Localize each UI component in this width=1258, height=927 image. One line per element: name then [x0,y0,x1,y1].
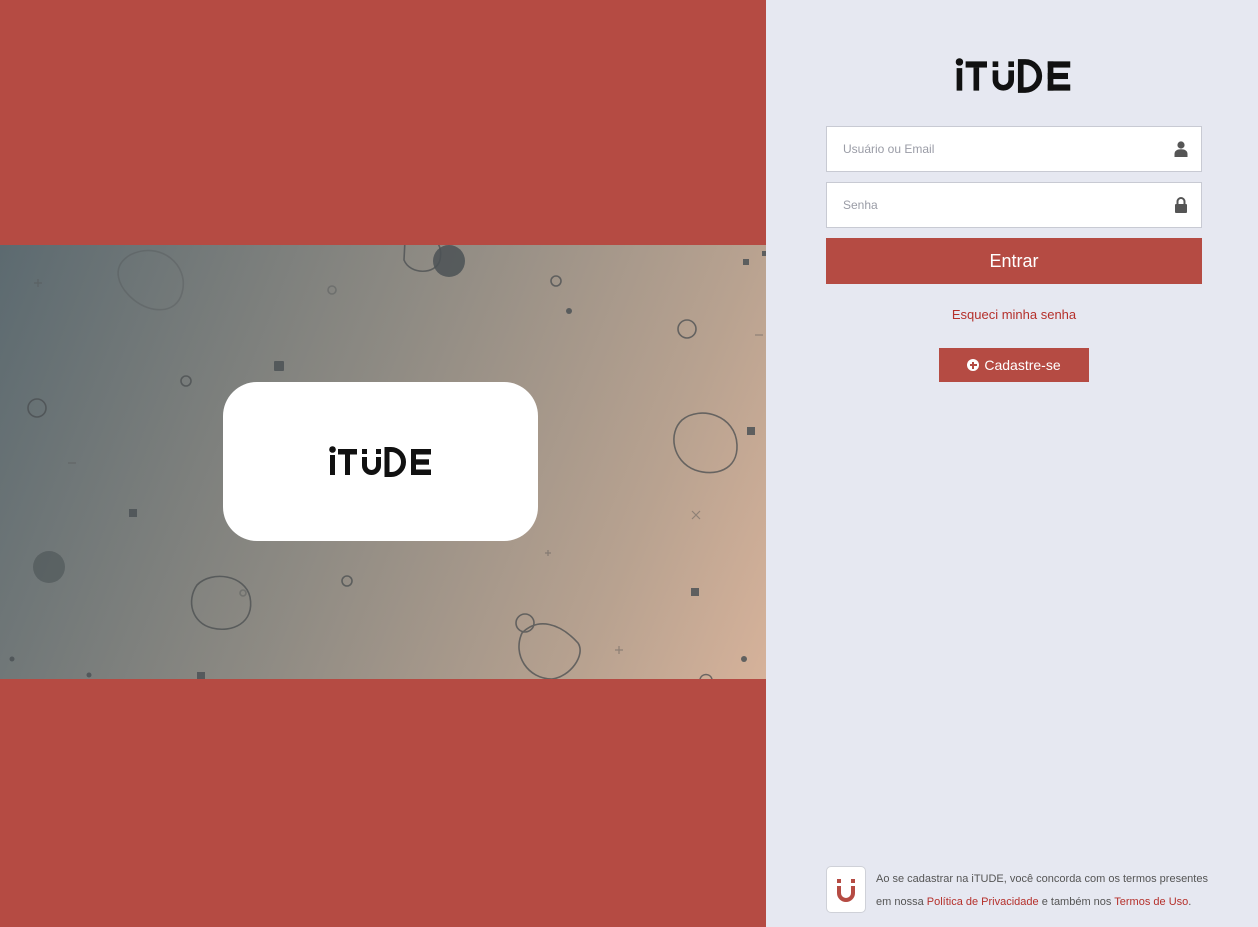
terms-text-part: e também nos [1038,896,1115,908]
privacy-policy-link[interactable]: Política de Privacidade [927,896,1039,908]
forgot-password-link[interactable]: Esqueci minha senha [766,307,1258,322]
brand-mark-icon [837,878,855,902]
password-field[interactable] [826,182,1202,228]
header-logo [954,58,1074,98]
hero-banner [0,245,766,679]
login-panel: Entrar Esqueci minha senha Cadastre-se A… [766,0,1258,927]
left-hero-panel [0,0,766,927]
terms-text: Ao se cadastrar na iTUDE, você concorda … [876,868,1216,914]
brand-logo-card [223,382,538,541]
plus-circle-icon [967,359,980,371]
terms-text-part: . [1188,896,1192,908]
brand-logo [328,445,431,477]
user-icon [1174,141,1188,157]
brand-badge [826,866,866,913]
signup-label: Cadastre-se [984,357,1061,373]
brand-logo [955,58,1071,93]
login-button[interactable]: Entrar [826,238,1202,284]
lock-icon [1175,197,1187,213]
signup-button[interactable]: Cadastre-se [939,348,1089,382]
username-field[interactable] [826,126,1202,172]
password-input[interactable] [827,183,1163,227]
terms-of-use-link[interactable]: Termos de Uso [1114,896,1188,908]
username-input[interactable] [827,127,1163,171]
